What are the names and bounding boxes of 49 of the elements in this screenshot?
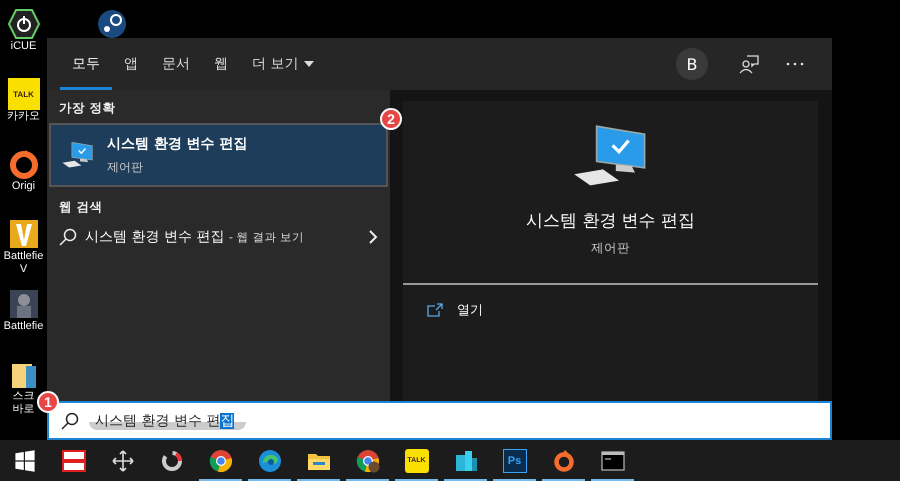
- computer-icon: [61, 141, 95, 169]
- result-subtitle: 제어판: [107, 158, 144, 176]
- account-avatar[interactable]: B: [676, 48, 708, 80]
- ring-icon[interactable]: [160, 448, 184, 472]
- soldier-tile-icon[interactable]: [8, 288, 40, 320]
- icon-label: 바로: [12, 403, 34, 416]
- taskbar-button[interactable]: Ps: [493, 440, 536, 481]
- ring-icon[interactable]: [8, 148, 40, 180]
- icon-label: V: [20, 263, 28, 276]
- chrome-icon[interactable]: [208, 448, 232, 472]
- preview-subtitle: 제어판: [591, 240, 630, 257]
- section-heading: 웹 검색: [58, 198, 104, 216]
- result-item[interactable]: 시스템 환경 변수 편집 제어판: [49, 123, 388, 187]
- steam-icon[interactable]: [96, 8, 128, 40]
- tab[interactable]: 더 보기: [240, 38, 326, 90]
- split-window-icon[interactable]: [62, 448, 86, 472]
- search-icon: [59, 228, 77, 246]
- tab[interactable]: 문서: [150, 38, 202, 90]
- open-icon: [427, 303, 443, 317]
- letter-tile-icon[interactable]: [8, 218, 40, 250]
- icon-label: Origi: [12, 180, 36, 193]
- ring-icon[interactable]: [552, 448, 576, 472]
- step-badge: 1: [37, 391, 59, 413]
- tab[interactable]: 앱: [112, 38, 150, 90]
- feedback-icon[interactable]: [739, 54, 759, 74]
- icon-label: iCUE: [10, 40, 36, 53]
- search-icon: [61, 412, 79, 430]
- icon-label: Battlefie: [4, 320, 44, 333]
- buildings-icon[interactable]: [454, 448, 478, 472]
- search-field[interactable]: 시스템 환경 변수 편집: [89, 412, 246, 430]
- windows-icon[interactable]: [12, 448, 36, 472]
- power-icon[interactable]: [8, 8, 40, 40]
- section-heading: 가장 정확: [58, 99, 116, 117]
- icon-label: Battlefie: [4, 250, 44, 263]
- wave-icon[interactable]: [258, 448, 282, 472]
- preview-title: 시스템 환경 변수 편집: [526, 210, 696, 232]
- chat-app-icon[interactable]: TALK: [8, 78, 40, 110]
- chevron-icon[interactable]: [368, 230, 378, 244]
- tab[interactable]: 웹: [202, 38, 240, 90]
- result-title: 시스템 환경 변수 편집: [107, 134, 248, 152]
- open-action[interactable]: 열기: [427, 301, 483, 319]
- terminal-icon[interactable]: [600, 448, 624, 472]
- icon-label: 카카오: [7, 110, 40, 123]
- caret-icon: [304, 61, 314, 67]
- icon-label: 스크: [12, 390, 34, 403]
- chrome-icon[interactable]: [356, 448, 380, 472]
- web-result-link[interactable]: 시스템 환경 변수 편집 - 웹 결과 보기: [85, 228, 304, 246]
- move-icon[interactable]: [110, 448, 134, 472]
- photoshop-icon[interactable]: Ps: [502, 448, 526, 472]
